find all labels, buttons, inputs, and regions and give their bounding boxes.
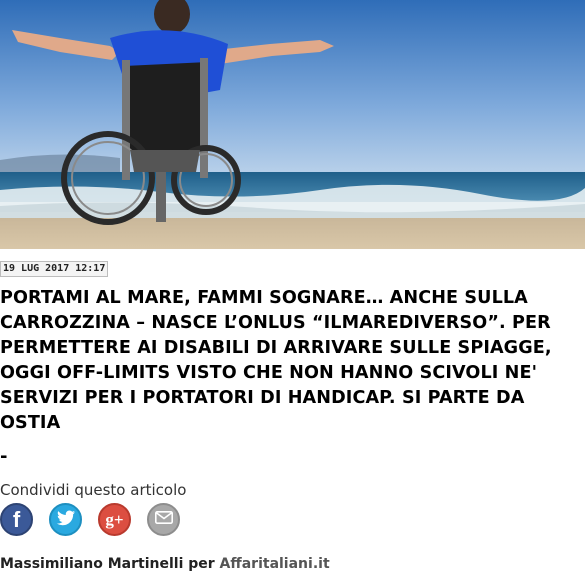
facebook-icon: f <box>12 506 21 532</box>
separator: - <box>0 446 8 467</box>
twitter-icon <box>56 510 75 530</box>
byline: Massimiliano Martinelli per Affaritalian… <box>0 556 330 572</box>
facebook-share-button[interactable]: f <box>0 503 33 536</box>
google-plus-share-button[interactable]: g+ <box>98 503 131 536</box>
hero-image <box>0 0 585 249</box>
twitter-share-button[interactable] <box>49 503 82 536</box>
google-plus-icon: g+ <box>105 510 124 529</box>
share-label: Condividi questo articolo <box>0 481 187 499</box>
share-buttons: f g+ <box>0 503 180 537</box>
author-name: Massimiliano Martinelli per <box>0 556 220 572</box>
email-share-button[interactable] <box>147 503 180 536</box>
article-headline: PORTAMI AL MARE, FAMMI SOGNARE… ANCHE SU… <box>0 288 552 433</box>
source-link[interactable]: Affaritaliani.it <box>220 556 330 572</box>
date-badge: 19 LUG 2017 12:17 <box>0 261 109 277</box>
email-icon <box>154 511 173 528</box>
